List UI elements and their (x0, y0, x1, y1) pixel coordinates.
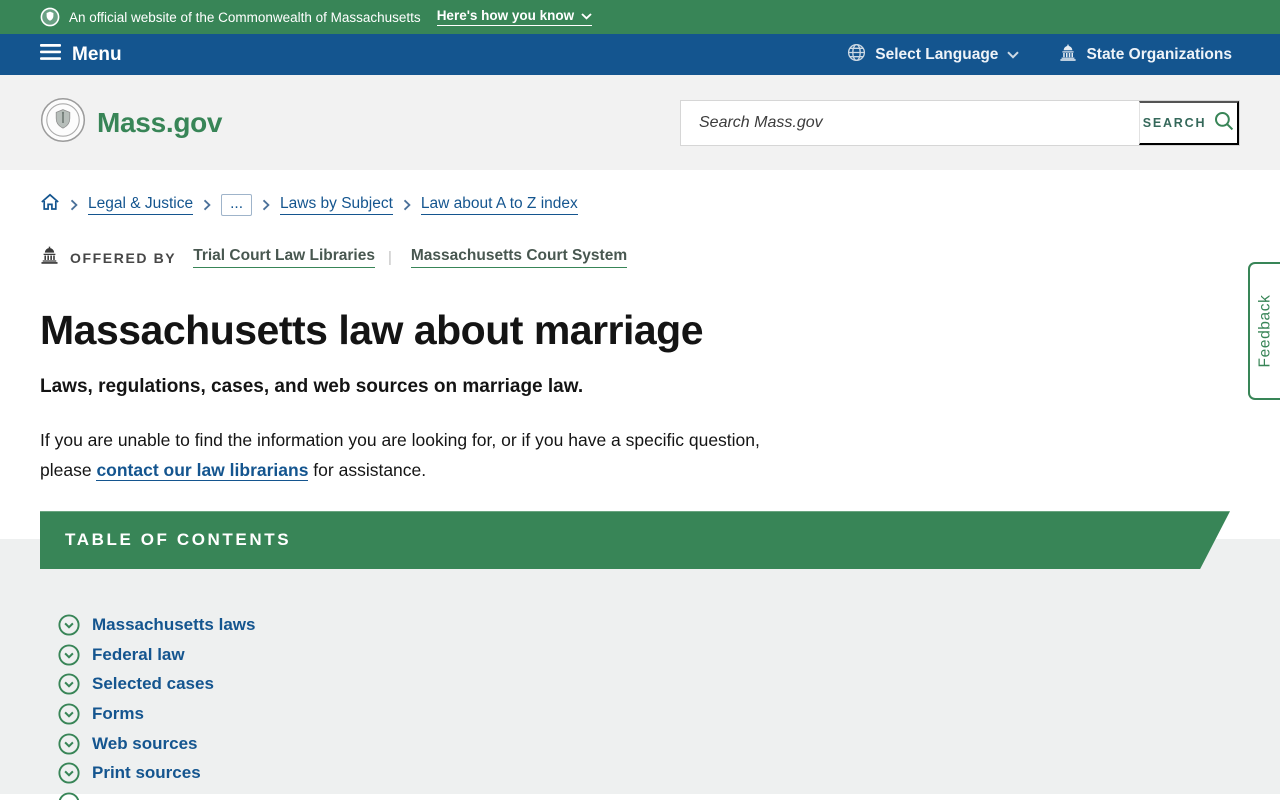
toc-item-forms[interactable]: Forms (58, 699, 1280, 729)
magnifier-icon (1214, 111, 1234, 134)
chevron-down-circle-icon (58, 733, 80, 755)
toc-list: Massachusetts laws Federal law Selected … (0, 539, 1280, 800)
site-search: SEARCH (680, 99, 1240, 146)
massgov-logo-text: Mass.gov (97, 106, 223, 138)
toc-item-print-sources[interactable]: Print sources (58, 759, 1280, 789)
menu-button[interactable]: Menu (40, 43, 122, 66)
toc-link[interactable]: Forms (92, 704, 144, 724)
official-banner-text: An official website of the Commonwealth … (69, 9, 421, 25)
state-organizations-label: State Organizations (1086, 45, 1232, 63)
chevron-down-circle-icon (58, 703, 80, 725)
toc-item-selected-cases[interactable]: Selected cases (58, 670, 1280, 700)
search-input[interactable] (681, 100, 1139, 145)
select-language-label: Select Language (875, 45, 999, 63)
breadcrumb-collapsed-button[interactable]: ... (221, 193, 253, 216)
toc-link[interactable]: Print sources (92, 763, 201, 783)
toc-link[interactable]: Selected cases (92, 674, 214, 694)
breadcrumb-link-legal-justice[interactable]: Legal & Justice (88, 195, 194, 215)
statehouse-icon (1059, 44, 1077, 66)
table-of-contents-title: TABLE OF CONTENTS (65, 530, 292, 550)
chevron-down-circle-icon (58, 644, 80, 666)
page-subtitle: Laws, regulations, cases, and web source… (40, 376, 584, 398)
org-separator: | (387, 249, 392, 266)
intro-paragraph: If you are unable to find the informatio… (40, 426, 765, 485)
chevron-right-icon (262, 199, 270, 211)
table-of-contents-banner: TABLE OF CONTENTS (40, 511, 1230, 569)
massgov-logo[interactable]: Mass.gov (40, 97, 223, 148)
state-seal-icon (40, 97, 86, 148)
heres-how-you-know-link[interactable]: Here's how you know (436, 8, 593, 26)
toc-item-massachusetts-laws[interactable]: Massachusetts laws (58, 610, 1280, 640)
breadcrumb-home-link[interactable] (40, 193, 60, 216)
site-header: Mass.gov SEARCH (0, 75, 1280, 170)
official-banner: An official website of the Commonwealth … (0, 0, 1280, 34)
toc-link[interactable]: Massachusetts laws (92, 615, 255, 635)
org-link-massachusetts-court-system[interactable]: Massachusetts Court System (410, 247, 628, 268)
hamburger-icon (40, 43, 61, 66)
chevron-down-circle-icon (58, 673, 80, 695)
chevron-down-icon (1007, 46, 1020, 64)
home-icon (40, 193, 60, 216)
primary-navbar: Menu Select Language State Organizations (0, 34, 1280, 75)
search-button[interactable]: SEARCH (1139, 100, 1239, 145)
breadcrumb-link-law-a-to-z[interactable]: Law about A to Z index (420, 195, 578, 215)
state-organizations-link[interactable]: State Organizations (1059, 44, 1232, 66)
toc-item-partial[interactable] (58, 788, 1280, 800)
feedback-label: Feedback (1256, 294, 1273, 368)
statehouse-icon (40, 246, 59, 269)
state-seal-icon (40, 7, 60, 27)
chevron-down-circle-icon (58, 614, 80, 636)
toc-item-federal-law[interactable]: Federal law (58, 640, 1280, 670)
chevron-down-icon (581, 8, 592, 23)
globe-icon (847, 43, 866, 67)
offered-by: OFFERED BY Trial Court Law Libraries | M… (40, 246, 1240, 269)
chevron-down-circle-icon (58, 792, 80, 800)
contact-law-librarians-link[interactable]: contact our law librarians (96, 459, 309, 481)
select-language-button[interactable]: Select Language (847, 43, 1020, 67)
toc-link[interactable]: Web sources (92, 734, 198, 754)
org-link-trial-court-law-libraries[interactable]: Trial Court Law Libraries (193, 247, 375, 268)
chevron-right-icon (70, 199, 78, 211)
navbar-utilities: Select Language State Organizations (847, 43, 1232, 67)
heres-how-you-know-label: Here's how you know (436, 8, 575, 23)
menu-label: Menu (72, 43, 122, 65)
chevron-down-circle-icon (58, 762, 80, 785)
breadcrumb: Legal & Justice ... Laws by Subject Law … (40, 193, 1240, 216)
search-button-label: SEARCH (1142, 115, 1207, 130)
chevron-right-icon (403, 199, 411, 211)
breadcrumb-link-laws-by-subject[interactable]: Laws by Subject (280, 195, 393, 215)
offered-by-label: OFFERED BY (70, 249, 177, 266)
chevron-right-icon (203, 199, 211, 211)
main-content: Legal & Justice ... Laws by Subject Law … (0, 193, 1280, 486)
toc-item-web-sources[interactable]: Web sources (58, 729, 1280, 759)
feedback-button[interactable]: Feedback (1248, 262, 1280, 400)
toc-link[interactable]: Federal law (92, 645, 185, 665)
page-title: Massachusetts law about marriage (40, 307, 704, 353)
table-of-contents-section: Massachusetts laws Federal law Selected … (0, 539, 1280, 800)
intro-text-after: for assistance. (308, 459, 427, 480)
